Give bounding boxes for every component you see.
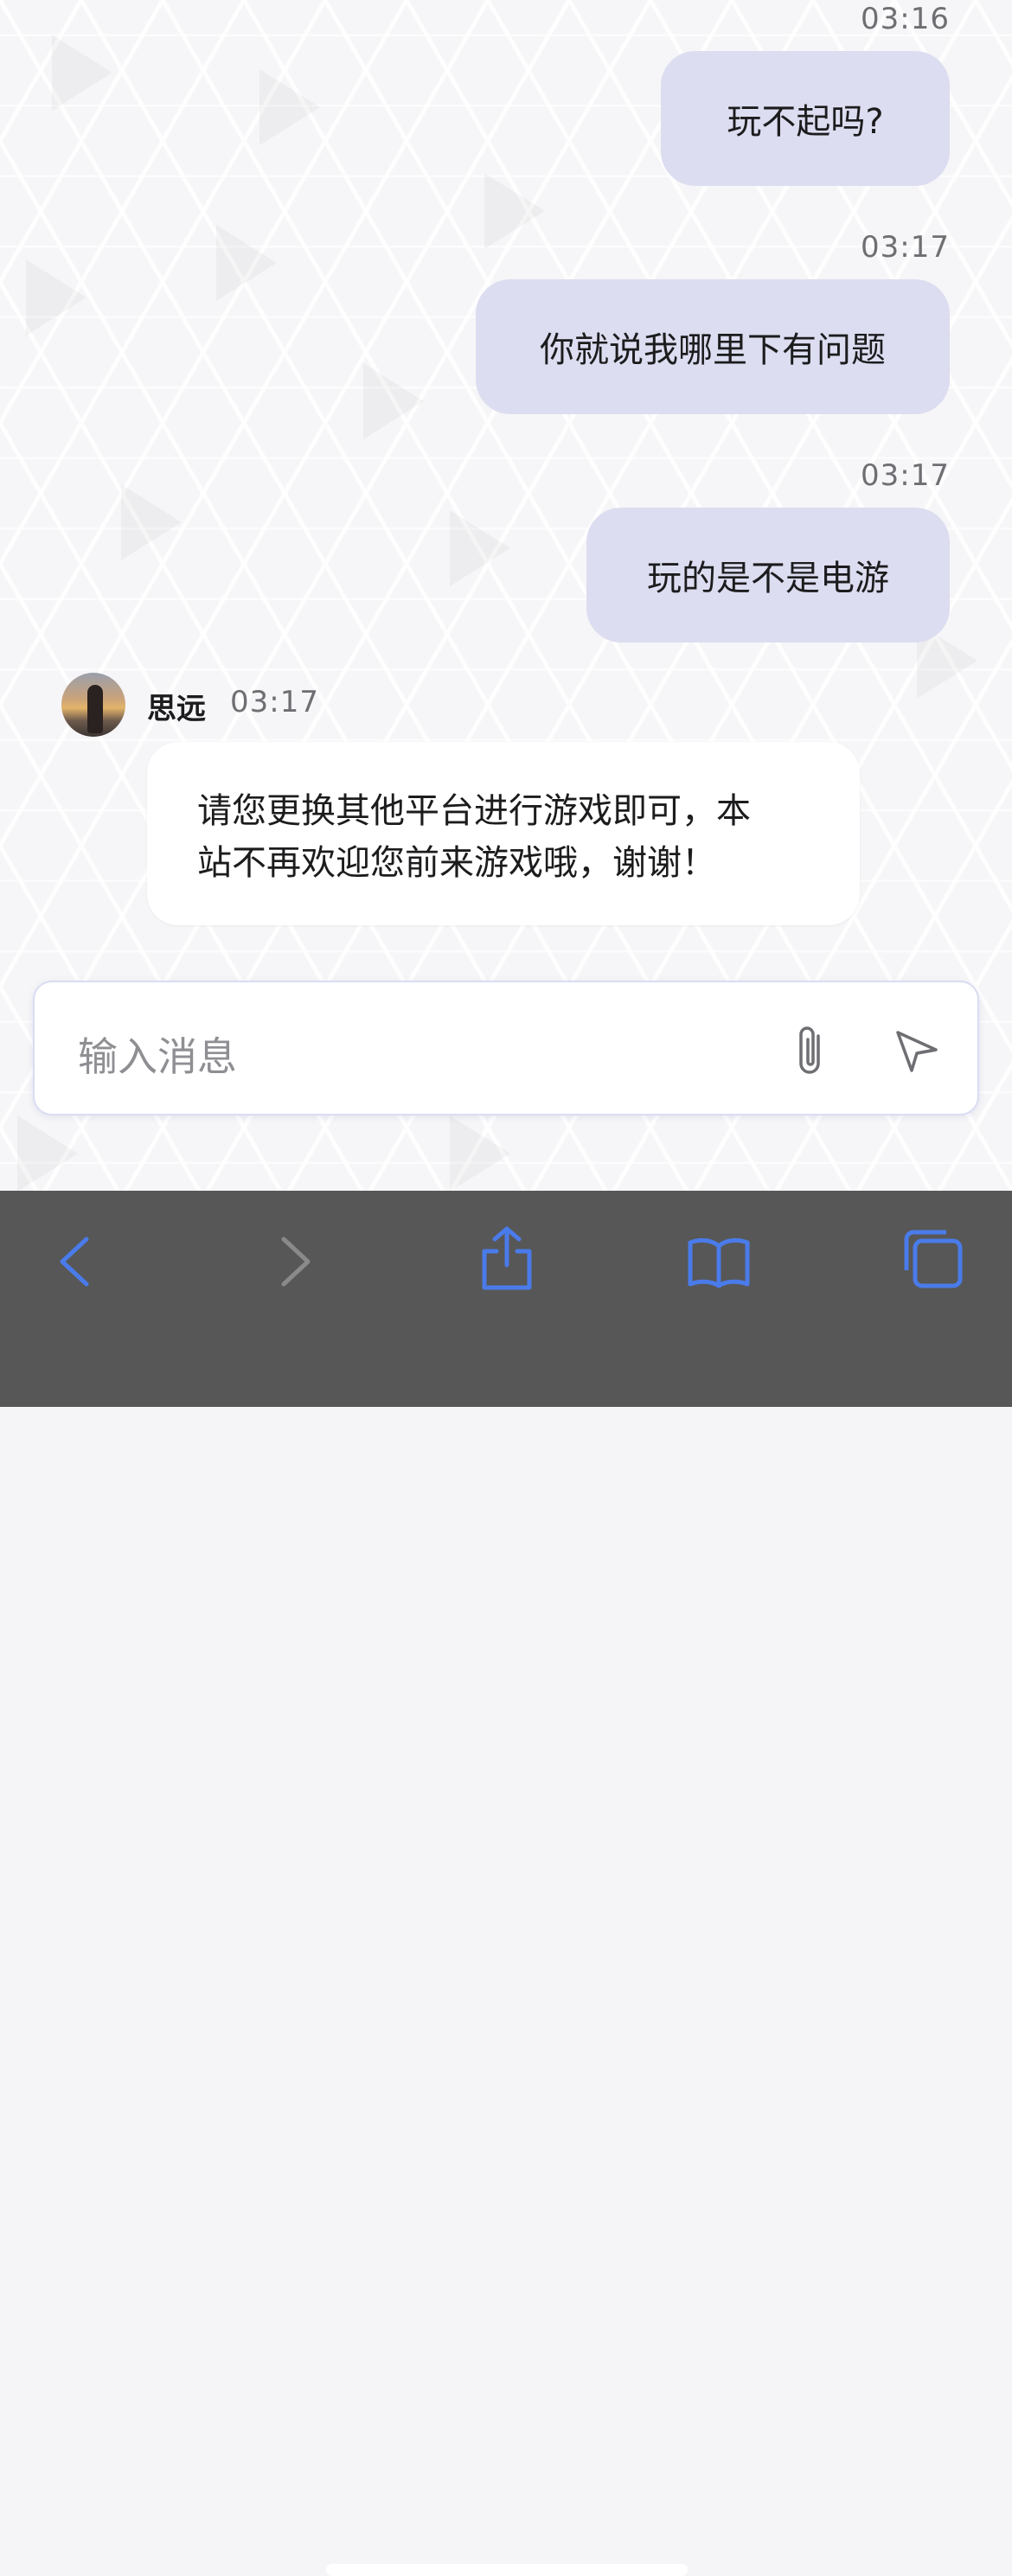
bg-pattern — [26, 259, 86, 336]
bg-pattern — [52, 35, 112, 111]
outgoing-message-bubble[interactable]: 你就说我哪里下有问题 — [476, 279, 950, 414]
browser-toolbar — [0, 1191, 1012, 2576]
message-text: 玩的是不是电游 — [647, 559, 889, 598]
outgoing-message-bubble[interactable]: 玩的是不是电游 — [586, 508, 950, 642]
message-timestamp: 03:17 — [861, 230, 950, 265]
bg-pattern — [363, 363, 424, 439]
avatar-figure — [87, 685, 103, 733]
message-text-line: 请您更换其他平台进行游戏即可，本 — [197, 791, 751, 831]
bg-pattern — [17, 1115, 78, 1191]
message-timestamp: 03:17 — [861, 458, 950, 493]
bg-pattern — [121, 484, 182, 560]
share-icon[interactable] — [479, 1225, 535, 1294]
chat-area[interactable]: 03:16 玩不起吗? 03:17 你就说我哪里下有问题 03:17 玩的是不是… — [0, 0, 1012, 1191]
message-timestamp: 03:16 — [861, 2, 950, 36]
send-icon[interactable] — [893, 1027, 941, 1079]
sender-name: 思远 — [147, 692, 206, 726]
back-icon[interactable] — [57, 1236, 92, 1291]
bg-pattern — [450, 1115, 510, 1191]
bg-pattern — [259, 69, 320, 145]
incoming-message-bubble[interactable]: 请您更换其他平台进行游戏即可，本 站不再欢迎您前来游戏哦，谢谢！ — [147, 742, 860, 925]
message-composer[interactable]: 输入消息 — [33, 981, 979, 1115]
message-timestamp: 03:17 — [230, 685, 319, 719]
outgoing-message-bubble[interactable]: 玩不起吗? — [661, 51, 950, 186]
bg-pattern — [216, 225, 277, 301]
bg-pattern — [484, 173, 545, 249]
message-input[interactable]: 输入消息 — [78, 1026, 237, 1083]
bg-pattern — [450, 510, 510, 586]
avatar[interactable] — [61, 673, 125, 737]
message-text-line: 站不再欢迎您前来游戏哦，谢谢！ — [197, 843, 716, 883]
message-text: 你就说我哪里下有问题 — [540, 330, 886, 370]
tabs-icon[interactable] — [903, 1229, 964, 1293]
home-indicator — [326, 2564, 688, 2576]
forward-icon[interactable] — [279, 1236, 313, 1291]
bookmarks-icon[interactable] — [687, 1236, 751, 1293]
paperclip-icon[interactable] — [792, 1024, 830, 1083]
message-text: 玩不起吗? — [727, 102, 884, 142]
